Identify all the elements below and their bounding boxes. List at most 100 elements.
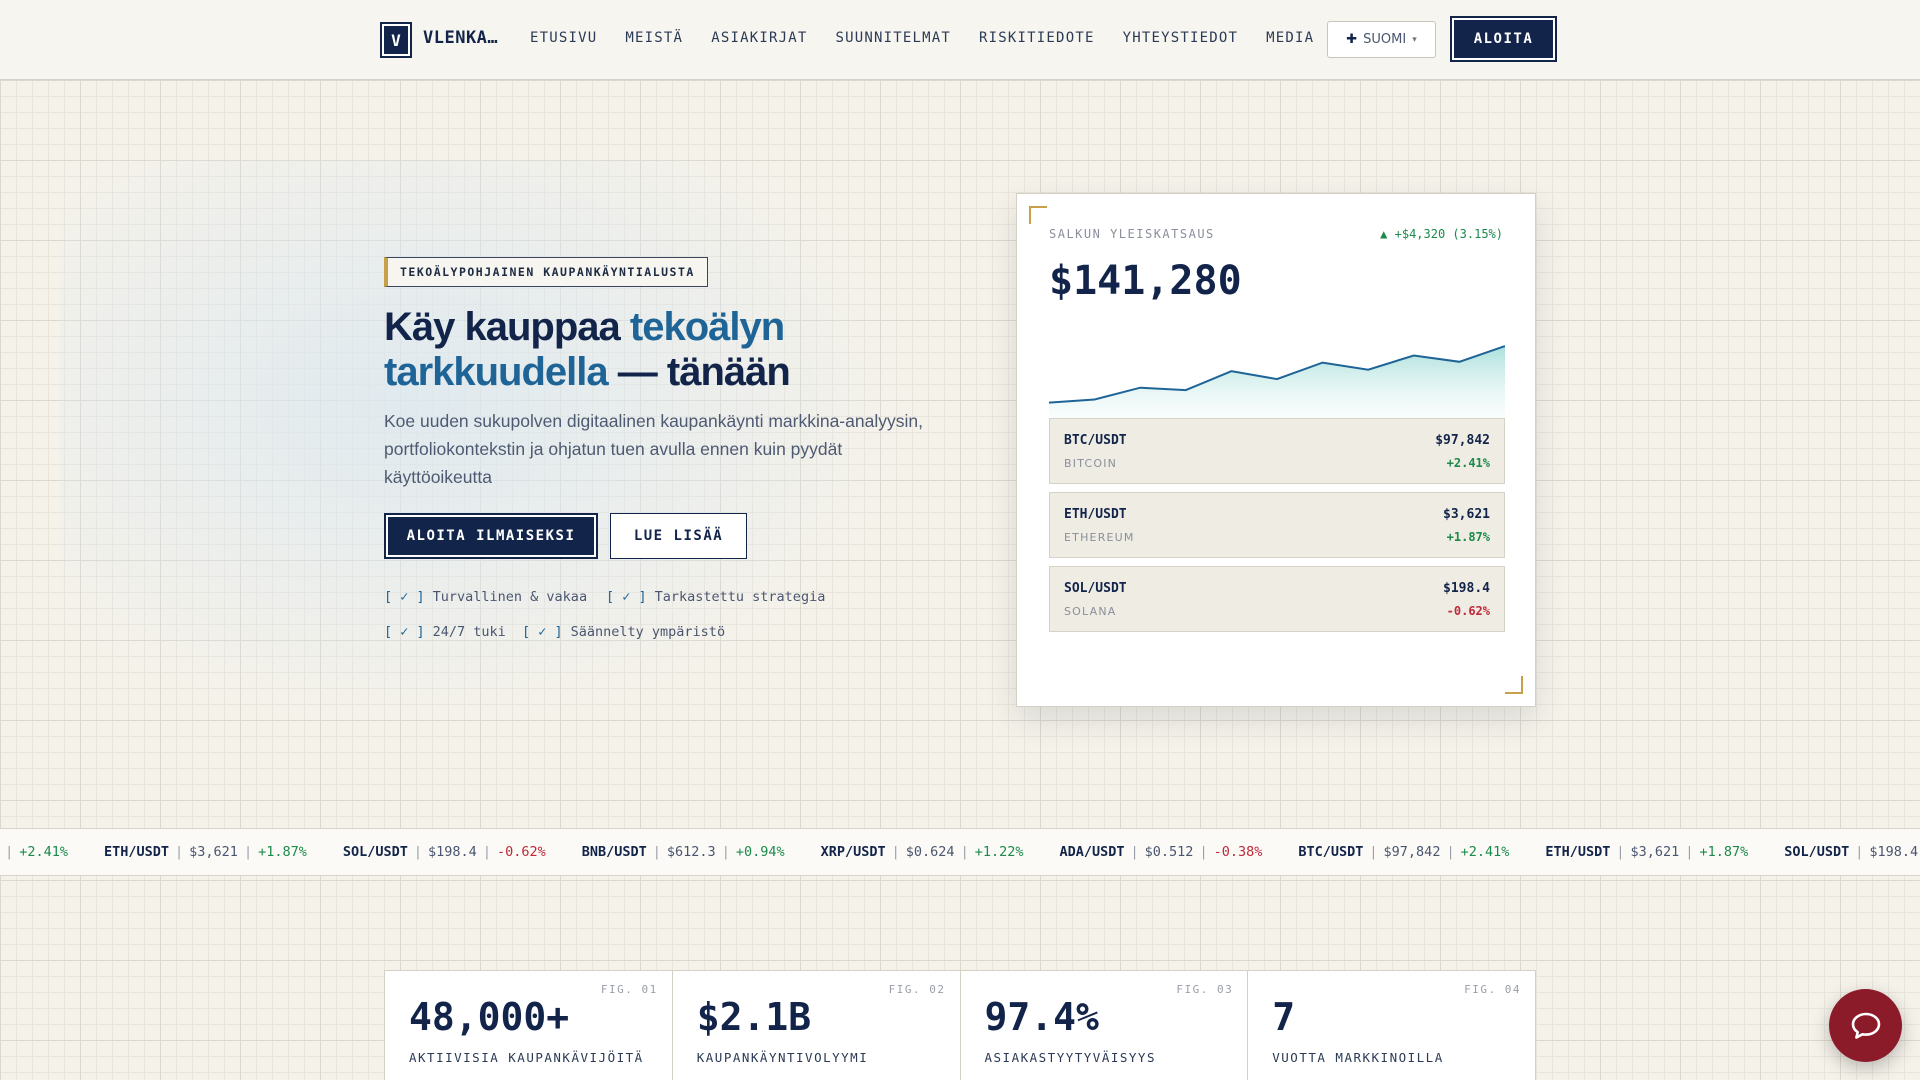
stats-row: FIG. 01 48,000+ AKTIIVISIA KAUPANKÄVIJÖI… bbox=[384, 970, 1536, 1080]
chevron-down-icon: ▾ bbox=[1412, 34, 1417, 45]
feature-label: Turvallinen & vakaa bbox=[432, 589, 588, 605]
ticker-separator: | bbox=[960, 844, 969, 860]
asset-name: ETHEREUM bbox=[1064, 531, 1135, 544]
check-icon: [ ✓ ] bbox=[384, 624, 425, 640]
stat-fig: FIG. 01 bbox=[600, 983, 658, 996]
headline-accent-1: tekoälyn bbox=[629, 305, 785, 349]
nav-link-meista[interactable]: MEISTÄ bbox=[625, 30, 683, 46]
feature-label: Tarkastettu strategia bbox=[654, 589, 826, 605]
nav-link-asiakirjat[interactable]: ASIAKIRJAT bbox=[711, 30, 807, 46]
ticker-separator: | bbox=[1130, 844, 1139, 860]
stat-label: VUOTTA MARKKINOILLA bbox=[1272, 1050, 1444, 1065]
ticker-change: -0.62% bbox=[496, 844, 546, 860]
stat-value: 48,000+ bbox=[409, 995, 570, 1039]
asset-change: +1.87% bbox=[1446, 530, 1490, 544]
chat-button[interactable] bbox=[1829, 989, 1902, 1062]
read-more-button[interactable]: LUE LISÄÄ bbox=[610, 513, 747, 559]
asset-row-eth[interactable]: ETH/USDT ETHEREUM $3,621 +1.87% bbox=[1049, 492, 1505, 558]
ticker-pair: SOL/USDT bbox=[1784, 844, 1850, 860]
ticker-change: -0.38% bbox=[1213, 844, 1263, 860]
feature-item: [ ✓ ] 24/7 tuki bbox=[384, 624, 506, 640]
stat-fig: FIG. 02 bbox=[888, 983, 946, 996]
asset-change: +2.41% bbox=[1446, 456, 1490, 470]
ticker-change: +2.41% bbox=[19, 844, 68, 860]
portfolio-change: ▲ +$4,320 (3.15%) bbox=[1380, 227, 1503, 241]
ticker-separator: | bbox=[891, 844, 900, 860]
logo-mark[interactable]: V bbox=[380, 22, 412, 58]
stat-card: FIG. 03 97.4% ASIAKASTYYTYVÄISYYS bbox=[961, 971, 1249, 1080]
ticker-item: SOL/USDT | $198.4 | -0.62% bbox=[343, 844, 546, 860]
logo-text[interactable]: VLENKA… bbox=[423, 28, 498, 48]
hero-subtitle: Koe uuden sukupolven digitaalinen kaupan… bbox=[384, 411, 923, 487]
start-free-button[interactable]: ALOITA ILMAISEKSI bbox=[384, 513, 598, 559]
ticker-price: $97,842 bbox=[1383, 844, 1441, 860]
ticker-change: +1.87% bbox=[1699, 844, 1749, 860]
nav-link-suunnitelmat[interactable]: SUUNNITELMAT bbox=[835, 30, 951, 46]
ticker-separator: | bbox=[5, 844, 14, 860]
stat-card: FIG. 01 48,000+ AKTIIVISIA KAUPANKÄVIJÖI… bbox=[385, 971, 673, 1080]
language-label: SUOMI bbox=[1363, 32, 1407, 47]
headline-part-1: Käy kauppaa bbox=[384, 305, 630, 349]
feature-label: Säännelty ympäristö bbox=[570, 624, 726, 640]
headline-part-2: — tänään bbox=[607, 350, 791, 394]
ticker-separator: | bbox=[482, 844, 491, 860]
ticker-separator: | bbox=[721, 844, 730, 860]
ticker-price: $198.4 bbox=[428, 844, 477, 860]
nav-link-riskitiedote[interactable]: RISKITIEDOTE bbox=[979, 30, 1095, 46]
ticker-pair: SOL/USDT bbox=[342, 844, 408, 860]
ticker-price: $198.4 bbox=[1869, 844, 1919, 860]
ticker-item: SOL/USDT|$198.4|-0.62% bbox=[1784, 844, 1920, 860]
check-icon: [ ✓ ] bbox=[384, 589, 425, 605]
ticker-separator: | bbox=[1685, 844, 1694, 860]
ticker-separator: | bbox=[1616, 844, 1625, 860]
ticker-item: ETH/USDT | $3,621 | +1.87% bbox=[104, 844, 307, 860]
asset-change: -0.62% bbox=[1446, 604, 1490, 618]
asset-row-sol[interactable]: SOL/USDT SOLANA $198.4 -0.62% bbox=[1049, 566, 1505, 632]
nav-link-etusivu[interactable]: ETUSIVU bbox=[530, 30, 597, 46]
ticker-price: $612.3 bbox=[666, 844, 716, 860]
nav-link-media[interactable]: MEDIA bbox=[1266, 30, 1314, 46]
ticker-separator: | bbox=[1446, 844, 1455, 860]
portfolio-card: SALKUN YLEISKATSAUS ▲ +$4,320 (3.15%) $1… bbox=[1016, 193, 1536, 707]
asset-pair: SOL/USDT bbox=[1064, 581, 1127, 596]
headline-accent-2: tarkkuudella bbox=[384, 350, 609, 394]
stat-label: ASIAKASTYYTYVÄISYYS bbox=[984, 1050, 1156, 1065]
stat-fig: FIG. 04 bbox=[1464, 983, 1521, 996]
price-ticker: BTC/USDT | $97,842 | +2.41% ETH/USDT | $3,621 | +… bbox=[0, 828, 1920, 876]
stat-card: FIG. 02 $2.1B KAUPANKÄYNTIVOLYYMI bbox=[673, 971, 961, 1080]
ticker-separator: | bbox=[413, 844, 423, 860]
ticker-price: $0.624 bbox=[905, 844, 955, 860]
ticker-price: $0.512 bbox=[1144, 844, 1194, 860]
portfolio-value: $141,280 bbox=[1049, 258, 1242, 304]
top-navigation: V VLENKA… ETUSIVU MEISTÄ ASIAKIRJAT SUUN… bbox=[0, 0, 1920, 80]
ticker-track: BTC/USDT | $97,842 | +2.41% ETH/USDT | $3,621 | +… bbox=[0, 844, 1920, 860]
ticker-price: $3,621 bbox=[189, 844, 238, 860]
asset-name: SOLANA bbox=[1064, 605, 1117, 618]
ticker-separator: | bbox=[1855, 844, 1864, 860]
ticker-change: +2.41% bbox=[1460, 844, 1510, 860]
asset-price: $97,842 bbox=[1435, 433, 1490, 448]
stat-value: 97.4% bbox=[984, 995, 1099, 1039]
nav-links: ETUSIVU MEISTÄ ASIAKIRJAT SUUNNITELMAT R… bbox=[530, 30, 1342, 46]
ticker-change: +0.94% bbox=[735, 844, 785, 860]
ticker-pair: ADA/USDT bbox=[1059, 844, 1125, 860]
stat-card: FIG. 04 7 VUOTTA MARKKINOILLA bbox=[1248, 971, 1535, 1080]
stat-fig: FIG. 03 bbox=[1176, 983, 1234, 996]
stat-value: $2.1B bbox=[696, 995, 812, 1039]
ticker-separator: | bbox=[243, 844, 253, 860]
ticker-pair: ETH/USDT bbox=[104, 844, 170, 860]
corner-accent bbox=[1029, 206, 1047, 224]
asset-pair: ETH/USDT bbox=[1064, 507, 1127, 522]
stat-label: AKTIIVISIA KAUPANKÄVIJÖITÄ bbox=[409, 1050, 644, 1065]
ticker-item: BTC/USDT | $97,842 | +2.41% bbox=[1298, 844, 1509, 860]
language-selector[interactable]: ✚ SUOMI ▾ bbox=[1327, 21, 1436, 58]
hero-headline: Käy kauppaa tekoälyn tarkkuudella — tänä… bbox=[384, 305, 984, 395]
feature-label: 24/7 tuki bbox=[432, 624, 506, 640]
stat-label: KAUPANKÄYNTIVOLYYMI bbox=[696, 1050, 869, 1065]
nav-link-yhteystiedot[interactable]: YHTEYSTIEDOT bbox=[1123, 30, 1239, 46]
feature-item: [ ✓ ] Säännelty ympäristö bbox=[522, 624, 725, 640]
asset-row-btc[interactable]: BTC/USDT BITCOIN $97,842 +2.41% bbox=[1049, 418, 1505, 484]
ticker-separator: | bbox=[1369, 844, 1378, 860]
start-button[interactable]: ALOITA bbox=[1450, 16, 1557, 62]
ticker-separator: | bbox=[652, 844, 661, 860]
